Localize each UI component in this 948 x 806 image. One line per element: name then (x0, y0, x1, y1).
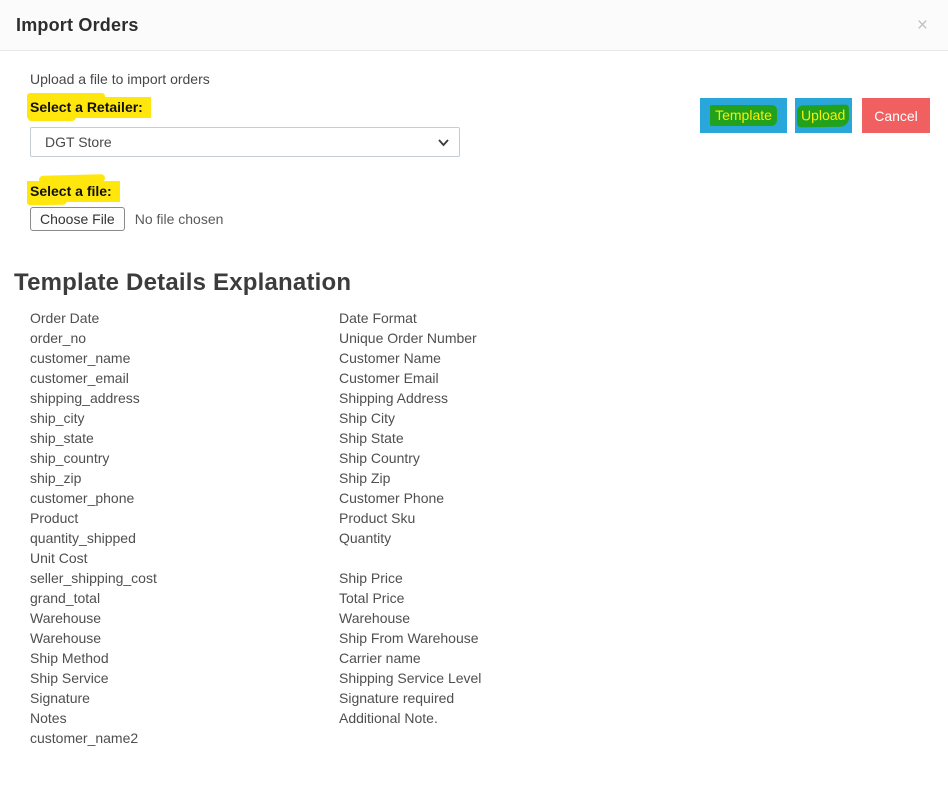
modal-header: Import Orders × (0, 0, 948, 51)
field-desc: Carrier name (339, 648, 630, 668)
template-field-row: ship_cityShip City (30, 408, 630, 428)
template-field-row: Unit Cost (30, 548, 630, 568)
template-field-row: WarehouseWarehouse (30, 608, 630, 628)
close-icon[interactable]: × (913, 14, 932, 37)
template-field-row: customer_name2 (30, 728, 630, 748)
retailer-label: Select a Retailer: (27, 97, 151, 118)
upload-button-label: Upload (797, 104, 850, 127)
field-key: ship_zip (30, 468, 339, 488)
import-orders-modal: Import Orders × Upload a file to import … (0, 0, 948, 806)
template-field-row: seller_shipping_costShip Price (30, 568, 630, 588)
template-field-row: ship_zipShip Zip (30, 468, 630, 488)
field-key: customer_phone (30, 488, 339, 508)
field-desc: Product Sku (339, 508, 630, 528)
template-field-row: quantity_shippedQuantity (30, 528, 630, 548)
field-desc: Customer Email (339, 368, 630, 388)
field-desc: Ship Country (339, 448, 630, 468)
template-button-label: Template (710, 105, 777, 126)
field-desc: Ship State (339, 428, 630, 448)
template-field-row: customer_nameCustomer Name (30, 348, 630, 368)
retailer-select[interactable]: DGT Store (30, 127, 460, 157)
field-desc: Ship Zip (339, 468, 630, 488)
field-key: Signature (30, 688, 339, 708)
field-desc: Unique Order Number (339, 328, 630, 348)
field-key: customer_name (30, 348, 339, 368)
template-field-row: customer_phoneCustomer Phone (30, 488, 630, 508)
cancel-button[interactable]: Cancel (862, 98, 930, 133)
field-desc (339, 728, 630, 748)
field-key: ship_state (30, 428, 339, 448)
field-key: Warehouse (30, 608, 339, 628)
page-title: Import Orders (16, 15, 139, 36)
template-field-row: Ship MethodCarrier name (30, 648, 630, 668)
template-field-row: Ship ServiceShipping Service Level (30, 668, 630, 688)
template-details-heading: Template Details Explanation (14, 269, 351, 297)
field-desc: Total Price (339, 588, 630, 608)
file-label: Select a file: (27, 181, 120, 202)
field-desc: Quantity (339, 528, 630, 548)
retailer-select-wrap: DGT Store (30, 127, 460, 157)
field-desc: Shipping Service Level (339, 668, 630, 688)
template-field-row: customer_emailCustomer Email (30, 368, 630, 388)
field-key: customer_email (30, 368, 339, 388)
field-key: Notes (30, 708, 339, 728)
field-key: Order Date (30, 308, 339, 328)
field-key: Unit Cost (30, 548, 339, 568)
field-desc: Customer Phone (339, 488, 630, 508)
template-field-row: NotesAdditional Note. (30, 708, 630, 728)
field-key: Ship Method (30, 648, 339, 668)
template-field-row: WarehouseShip From Warehouse (30, 628, 630, 648)
field-desc (339, 548, 630, 568)
field-key: Ship Service (30, 668, 339, 688)
template-field-row: grand_totalTotal Price (30, 588, 630, 608)
field-desc: Ship From Warehouse (339, 628, 630, 648)
field-key: seller_shipping_cost (30, 568, 339, 588)
template-button[interactable]: Template (700, 98, 787, 133)
template-field-row: SignatureSignature required (30, 688, 630, 708)
field-key: customer_name2 (30, 728, 339, 748)
field-key: quantity_shipped (30, 528, 339, 548)
field-desc: Additional Note. (339, 708, 630, 728)
upload-instruction: Upload a file to import orders (30, 71, 210, 87)
field-key: ship_city (30, 408, 339, 428)
file-status-text: No file chosen (135, 211, 224, 227)
field-desc: Ship City (339, 408, 630, 428)
field-desc: Signature required (339, 688, 630, 708)
file-input-row: Choose File No file chosen (30, 207, 223, 231)
template-field-row: Order DateDate Format (30, 308, 630, 328)
field-desc: Customer Name (339, 348, 630, 368)
template-field-row: ship_stateShip State (30, 428, 630, 448)
field-desc: Shipping Address (339, 388, 630, 408)
template-field-row: shipping_addressShipping Address (30, 388, 630, 408)
field-desc: Date Format (339, 308, 630, 328)
template-field-row: order_noUnique Order Number (30, 328, 630, 348)
upload-button[interactable]: Upload (795, 98, 852, 133)
field-desc: Warehouse (339, 608, 630, 628)
field-key: grand_total (30, 588, 339, 608)
template-fields: Order DateDate Formatorder_noUnique Orde… (30, 308, 630, 748)
field-key: order_no (30, 328, 339, 348)
template-field-row: ProductProduct Sku (30, 508, 630, 528)
field-key: shipping_address (30, 388, 339, 408)
choose-file-button[interactable]: Choose File (30, 207, 125, 231)
field-key: ship_country (30, 448, 339, 468)
field-key: Warehouse (30, 628, 339, 648)
field-desc: Ship Price (339, 568, 630, 588)
template-field-row: ship_countryShip Country (30, 448, 630, 468)
field-key: Product (30, 508, 339, 528)
